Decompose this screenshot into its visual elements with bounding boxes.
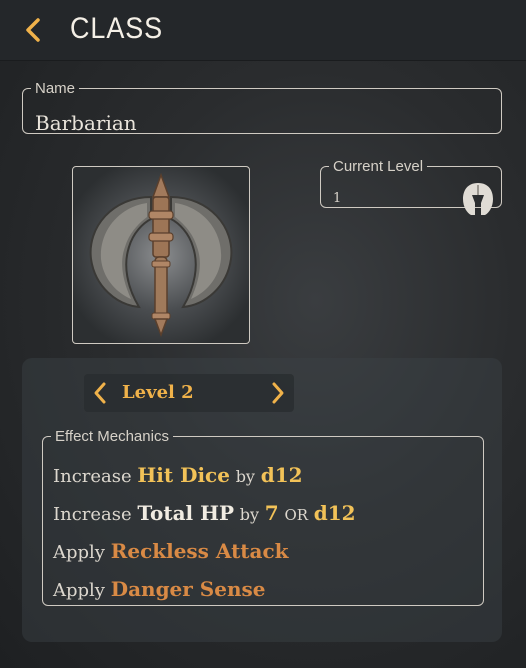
mechanic-row: Apply Danger Sense xyxy=(53,577,265,601)
mechanic-verb: Increase xyxy=(53,504,132,525)
helmet-icon[interactable] xyxy=(461,181,495,217)
mechanic-verb: Apply xyxy=(53,542,105,563)
current-level-field[interactable]: Current Level 1 xyxy=(320,158,502,215)
current-level-value: 1 xyxy=(333,191,342,206)
effect-mechanics: Effect Mechanics Increase Hit Dice by d1… xyxy=(42,428,484,606)
mechanic-row: Increase Total HP by 7 OR d12 xyxy=(53,501,356,525)
top-bar: CLASS xyxy=(0,0,526,61)
back-button[interactable] xyxy=(22,14,46,46)
mechanic-by: by xyxy=(239,505,260,524)
mechanic-alt-value: d12 xyxy=(313,501,356,525)
mechanic-value: 7 xyxy=(264,501,279,525)
chevron-left-icon[interactable] xyxy=(90,380,110,406)
mechanic-row: Increase Hit Dice by d12 xyxy=(53,463,303,487)
battle-axe-icon xyxy=(89,172,233,338)
mechanic-by: by xyxy=(235,467,255,486)
chevron-left-icon xyxy=(26,18,40,42)
name-legend: Name xyxy=(35,80,76,97)
mechanic-target: Total HP xyxy=(137,501,235,525)
name-value: Barbarian xyxy=(35,111,137,135)
mechanic-value: d12 xyxy=(260,463,303,487)
current-level-legend: Current Level xyxy=(333,158,424,175)
mechanic-ability[interactable]: Reckless Attack xyxy=(111,539,289,563)
name-field[interactable]: Name Barbarian xyxy=(22,80,502,135)
mechanic-ability[interactable]: Danger Sense xyxy=(111,577,266,601)
class-portrait[interactable] xyxy=(72,166,250,344)
effect-mechanics-legend: Effect Mechanics xyxy=(55,428,169,445)
mechanic-verb: Apply xyxy=(53,580,105,601)
chevron-right-icon[interactable] xyxy=(268,380,288,406)
mechanic-target: Hit Dice xyxy=(137,463,230,487)
mechanic-verb: Increase xyxy=(53,466,132,487)
page-title: CLASS xyxy=(70,12,164,45)
mechanic-row: Apply Reckless Attack xyxy=(53,539,289,563)
mechanic-or: OR xyxy=(284,506,309,524)
level-selector: Level 2 xyxy=(84,374,294,412)
level-selector-label: Level 2 xyxy=(122,382,194,403)
